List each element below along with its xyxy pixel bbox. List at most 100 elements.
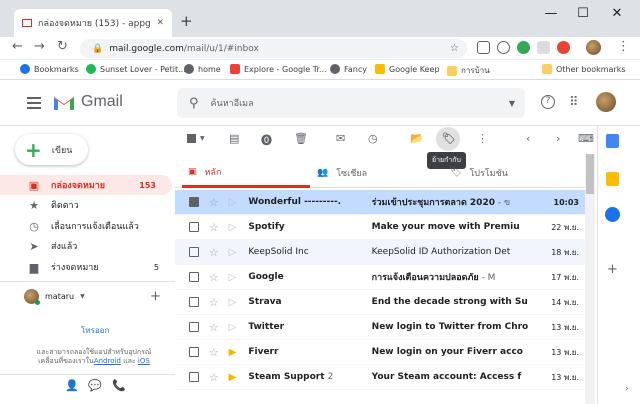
hangouts-icon[interactable]: 💬 — [88, 379, 102, 392]
bookmark-star-icon[interactable]: ☆ — [450, 43, 459, 54]
importance-marker-icon[interactable]: ▷ — [229, 322, 239, 333]
close-window-button[interactable]: ✕ — [602, 6, 632, 21]
report-spam-icon[interactable]: ⓿ — [261, 132, 272, 148]
row-checkbox[interactable] — [189, 272, 199, 282]
importance-marker-icon[interactable]: ▷ — [229, 297, 239, 308]
row-checkbox[interactable] — [189, 347, 199, 357]
row-checkbox[interactable] — [189, 372, 199, 382]
close-tab-icon[interactable]: ✕ — [156, 18, 164, 28]
chevron-right-icon[interactable]: › — [625, 384, 629, 394]
select-all-checkbox[interactable] — [187, 134, 196, 143]
older-icon[interactable]: › — [556, 132, 560, 145]
star-icon[interactable]: ☆ — [209, 371, 221, 384]
email-row[interactable]: ☆ ▷ Twitter New login to Twitter from Chro 1… — [175, 315, 585, 340]
maximize-button[interactable]: ☐ — [568, 6, 598, 21]
email-row[interactable]: ☆ ▷ Strava End the decade strong with Su 14 … — [175, 290, 585, 315]
nav-item-sent[interactable]: ➤ ส่งแล้ว — [0, 236, 175, 256]
email-row[interactable]: ☆ ▷ Spotify Make your move with Premiu 22 พ.… — [175, 215, 585, 240]
other-bookmarks[interactable]: Other bookmarks — [542, 64, 626, 74]
star-icon[interactable]: ☆ — [209, 321, 221, 334]
bookmark-item[interactable]: Bookmarks — [20, 64, 79, 74]
bookmark-item[interactable]: home — [184, 64, 221, 74]
new-tab-button[interactable]: + — [180, 12, 193, 30]
add-addon-icon[interactable]: + — [607, 262, 618, 277]
tasks-icon[interactable] — [605, 207, 620, 222]
ios-link[interactable]: iOS — [138, 357, 150, 365]
email-row[interactable]: ☆ ▶ Fiverr New login on your Fiverr acco 13 … — [175, 340, 585, 365]
search-input[interactable]: ค้นหาอีเมล — [211, 96, 497, 110]
mark-read-icon[interactable]: ✉ — [336, 132, 345, 145]
tab-promotions[interactable]: 🏷 โปรโมชัน — [450, 158, 578, 188]
back-button[interactable]: ← — [12, 39, 23, 54]
account-avatar[interactable] — [596, 92, 616, 112]
email-row[interactable]: ☆ ▷ KeepSolid Inc KeepSolid ID Authorizatio… — [175, 240, 585, 265]
snooze-icon[interactable]: ◷ — [368, 132, 378, 145]
bookmark-item[interactable]: Fancy — [330, 64, 367, 74]
importance-marker-icon[interactable]: ▷ — [229, 222, 239, 233]
keyboard-icon[interactable]: ⌨ — [578, 132, 594, 145]
signout-link[interactable]: โทรออก — [81, 324, 109, 337]
minimize-button[interactable]: — — [536, 6, 566, 21]
search-options-icon[interactable]: ▼ — [509, 99, 515, 108]
extension-icon[interactable] — [517, 41, 530, 54]
email-row[interactable]: ☆ ▶ Steam Support 2 Your Steam account: Acc… — [175, 365, 585, 390]
omnibox[interactable]: 🔒 mail.google.com/mail/u/1/#inbox ☆ — [80, 39, 467, 58]
hangouts-user[interactable]: mataru ▼ — [24, 289, 85, 305]
search-bar[interactable]: ⚲ ค้นหาอีเมล ▼ — [177, 88, 525, 118]
nav-item-inbox[interactable]: ▣ กล่องจดหมาย 153 — [0, 175, 172, 195]
newer-icon[interactable]: ‹ — [526, 132, 530, 145]
star-icon[interactable]: ☆ — [209, 196, 221, 209]
bookmark-item[interactable]: Google Keep — [375, 64, 440, 74]
extension-icon[interactable] — [537, 41, 550, 54]
compose-button[interactable]: + เขียน — [15, 134, 88, 165]
keep-icon[interactable] — [606, 172, 619, 186]
chevron-down-icon[interactable]: ▼ — [80, 293, 85, 300]
email-row[interactable]: ☆ ▷ Wonderful ---------. ร่วมเข้าประชุมการต… — [175, 190, 585, 215]
email-row[interactable]: ☆ ▷ Google การแจ้งเตือนความปลอดภัย - M 17 พ.… — [175, 265, 585, 290]
importance-marker-icon[interactable]: ▶ — [229, 372, 239, 383]
bookmark-folder[interactable]: การบ้าน — [447, 64, 490, 77]
bookmark-item[interactable]: Sunset Lover - Petit... — [86, 64, 186, 74]
profile-avatar[interactable] — [586, 40, 601, 55]
importance-marker-icon[interactable]: ▷ — [229, 247, 239, 258]
gmail-logo[interactable]: Gmail — [53, 93, 123, 111]
move-to-icon[interactable]: 📂 — [410, 132, 424, 145]
row-checkbox[interactable] — [189, 297, 199, 307]
search-icon[interactable]: ⚲ — [189, 96, 199, 111]
star-icon[interactable]: ☆ — [209, 296, 221, 309]
star-icon[interactable]: ☆ — [209, 346, 221, 359]
more-icon[interactable]: ⋮ — [477, 132, 488, 145]
row-checkbox[interactable] — [189, 247, 199, 257]
scrollbar-thumb[interactable] — [586, 154, 594, 194]
extension-icon[interactable] — [557, 41, 570, 54]
importance-marker-icon[interactable]: ▷ — [229, 197, 239, 208]
help-icon[interactable]: ? — [541, 95, 555, 109]
main-menu-icon[interactable] — [27, 97, 41, 109]
phone-icon[interactable]: 📞 — [112, 379, 126, 392]
browser-tab[interactable]: กล่องจดหมาย (153) - appgamemu ✕ — [14, 9, 172, 37]
nav-item-starred[interactable]: ★ ติดดาว — [0, 195, 175, 215]
row-checkbox[interactable] — [189, 222, 199, 232]
star-icon[interactable]: ☆ — [209, 271, 221, 284]
android-link[interactable]: Android — [94, 357, 121, 365]
nav-item-drafts[interactable]: ▆ ร่างจดหมาย 5 — [0, 257, 175, 277]
row-checkbox[interactable] — [189, 322, 199, 332]
add-contact-button[interactable]: + — [150, 289, 161, 304]
tab-primary[interactable]: ▣ หลัก — [182, 158, 310, 188]
delete-icon[interactable]: 🗑 — [294, 132, 308, 145]
row-checkbox[interactable] — [189, 197, 199, 207]
tab-social[interactable]: 👥 โซเชียล — [317, 158, 445, 188]
extension-icon[interactable] — [497, 41, 510, 54]
person-icon[interactable]: 👤 — [65, 379, 79, 392]
nav-item-snoozed[interactable]: ◷ เลื่อนการแจ้งเตือนแล้ว — [0, 216, 175, 236]
apps-grid-icon[interactable]: ⠿ — [569, 95, 579, 110]
reload-button[interactable]: ↻ — [57, 39, 68, 54]
extension-icon[interactable] — [477, 41, 490, 54]
menu-icon[interactable]: ⋮ — [617, 39, 630, 54]
star-icon[interactable]: ☆ — [209, 221, 221, 234]
chevron-down-icon[interactable]: ▼ — [200, 135, 205, 142]
archive-icon[interactable]: ▤ — [229, 132, 239, 145]
calendar-icon[interactable] — [606, 134, 619, 148]
importance-marker-icon[interactable]: ▶ — [229, 347, 239, 358]
star-icon[interactable]: ☆ — [209, 246, 221, 259]
